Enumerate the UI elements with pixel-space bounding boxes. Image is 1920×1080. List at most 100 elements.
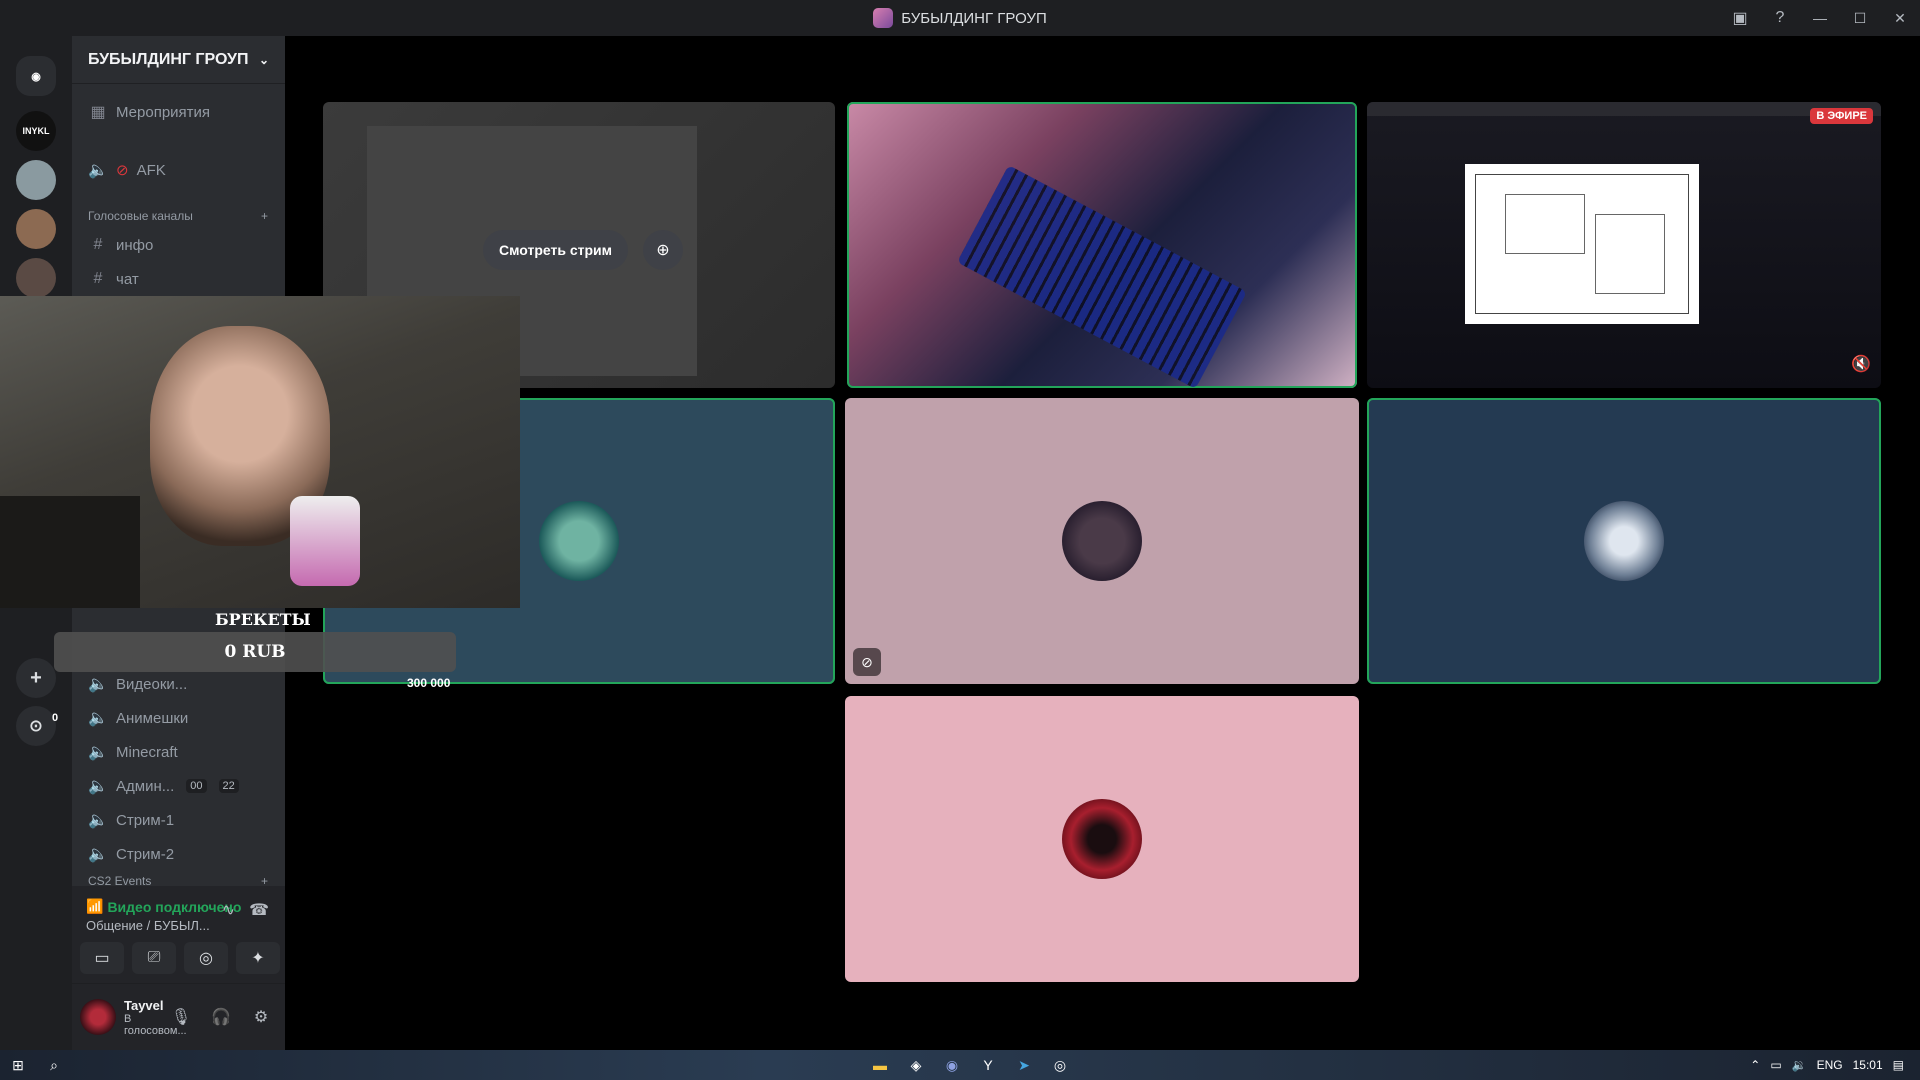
soundboard-icon[interactable]: ✦ bbox=[236, 942, 280, 974]
events-item[interactable]: ▦ Мероприятия bbox=[80, 96, 277, 128]
category-voice[interactable]: Голосовые каналы + bbox=[88, 209, 268, 223]
maximize-button[interactable]: ☐ bbox=[1840, 0, 1880, 36]
explore-count: 0 bbox=[52, 712, 59, 724]
voice-stage: Смотреть стрим ⊕ В ЭФИРЕ 🔇 ⊘ bbox=[285, 36, 1920, 1050]
watch-stream-button[interactable]: Смотреть стрим bbox=[483, 230, 629, 270]
channel-stream-2-label: Стрим-2 bbox=[116, 845, 175, 863]
live-badge: В ЭФИРЕ bbox=[1810, 108, 1873, 124]
camera-off-icon: ⊘ bbox=[853, 648, 881, 676]
minimize-button[interactable]: — bbox=[1800, 0, 1840, 36]
server-header[interactable]: БУБЫЛДИНГ ГРОУП ⌄ bbox=[72, 36, 285, 84]
title-bar: БУБЫЛДИНГ ГРОУП ▣ ? — ☐ ✕ bbox=[0, 0, 1920, 36]
user-status: В голосовом... bbox=[124, 1012, 187, 1037]
avatar[interactable] bbox=[80, 999, 116, 1035]
channel-chat-label: чат bbox=[116, 270, 139, 288]
video-tile-keyboard[interactable] bbox=[847, 102, 1357, 388]
hash-icon: # bbox=[93, 236, 103, 253]
gear-icon[interactable]: ⚙ bbox=[245, 1007, 277, 1027]
microphone-icon[interactable]: 🎙 bbox=[165, 1007, 197, 1027]
yandex-browser-icon[interactable]: Y bbox=[970, 1050, 1006, 1080]
avatar bbox=[1062, 799, 1142, 879]
server-icon-2[interactable] bbox=[16, 160, 56, 200]
speaker-icon: 🔈 bbox=[88, 710, 108, 727]
channel-stream-1-label: Стрим-1 bbox=[116, 811, 175, 829]
add-stream-icon[interactable]: ⊕ bbox=[643, 230, 683, 270]
window-title-text: БУБЫЛДИНГ ГРОУП bbox=[901, 9, 1047, 27]
username: Tayvel bbox=[124, 997, 164, 1013]
channel-videoki-label: Видеоки... bbox=[116, 675, 188, 693]
volume-icon[interactable]: 🔉 bbox=[1792, 1058, 1807, 1072]
voice-status[interactable]: 📶 Видео подключено bbox=[86, 898, 241, 915]
activity-icon[interactable]: ◎ bbox=[184, 942, 228, 974]
channel-chat[interactable]: # чат bbox=[80, 263, 277, 295]
channel-afk-label: AFK bbox=[136, 161, 166, 179]
voice-connection-panel: 📶 Видео подключено Общение / БУБЫЛ... ∿ … bbox=[72, 886, 285, 984]
donation-progress-bar: 0 RUB bbox=[54, 632, 456, 672]
window-title: БУБЫЛДИНГ ГРОУП bbox=[873, 8, 1047, 28]
server-icon-inykl[interactable]: INYKL bbox=[16, 111, 56, 151]
inbox-icon[interactable]: ▣ bbox=[1720, 0, 1760, 36]
channel-stream-1[interactable]: 🔈 Стрим-1 bbox=[80, 804, 277, 836]
close-button[interactable]: ✕ bbox=[1880, 0, 1920, 36]
microphone-image bbox=[290, 496, 360, 586]
donation-goal: 300 000 bbox=[407, 676, 451, 690]
user-tile-2[interactable]: ⊘ bbox=[845, 398, 1359, 684]
user-tile-3[interactable] bbox=[1367, 398, 1881, 684]
speaker-icon: 🔈 bbox=[88, 744, 108, 761]
headphones-icon[interactable]: 🎧 bbox=[205, 1007, 237, 1027]
telegram-icon[interactable]: ➤ bbox=[1006, 1050, 1042, 1080]
speaker-locked-icon: 🔈 bbox=[88, 812, 108, 829]
channel-animeshki-label: Анимешки bbox=[116, 709, 189, 727]
user-panel: Tayvel В голосовом... 🎙 🎧 ⚙ bbox=[72, 984, 285, 1050]
calendar-icon: ▦ bbox=[90, 104, 106, 121]
camera-off-icon[interactable]: ▭ bbox=[80, 942, 124, 974]
avatar bbox=[1062, 501, 1142, 581]
network-icon[interactable]: ▭ bbox=[1770, 1058, 1781, 1072]
server-icon-3[interactable] bbox=[16, 209, 56, 249]
chair-image bbox=[0, 496, 140, 608]
keyboard-image bbox=[956, 165, 1248, 388]
voice-location[interactable]: Общение / БУБЫЛ... bbox=[86, 918, 210, 933]
screen-share-icon[interactable]: ⎚ bbox=[132, 942, 176, 974]
file-explorer-icon[interactable]: ▬ bbox=[862, 1050, 898, 1080]
server-icon-4[interactable] bbox=[16, 258, 56, 298]
channel-animeshki[interactable]: 🔈 Анимешки bbox=[80, 702, 277, 734]
windows-start-icon[interactable]: ⊞ bbox=[0, 1050, 36, 1080]
channel-videoki[interactable]: 🔈 Видеоки... bbox=[80, 668, 277, 700]
signal-icon: 📶 bbox=[86, 898, 104, 914]
notifications-icon[interactable]: ▤ bbox=[1893, 1058, 1904, 1072]
clock[interactable]: 15:01 bbox=[1853, 1058, 1883, 1072]
channel-afk[interactable]: 🔈 ⊘ AFK bbox=[80, 154, 277, 186]
speaker-icon: 🔈 bbox=[88, 162, 108, 179]
noise-suppression-icon[interactable]: ∿ bbox=[222, 900, 235, 920]
taskbar: ⊞ ⌕ ▬ ◈ ◉ Y ➤ ◎ ⌃ ▭ 🔉 ENG 15:01 ▤ bbox=[0, 1050, 1920, 1080]
muted-speaker-icon[interactable]: 🔇 bbox=[1851, 354, 1871, 374]
channel-admin[interactable]: 🔈 Админ... 00 22 bbox=[80, 770, 277, 802]
steam-icon[interactable]: ◈ bbox=[898, 1050, 934, 1080]
floor-plan-image bbox=[1465, 164, 1699, 324]
category-voice-label: Голосовые каналы bbox=[88, 209, 193, 223]
add-server-icon[interactable]: + bbox=[16, 658, 56, 698]
add-channel-icon[interactable]: + bbox=[261, 209, 268, 223]
channel-minecraft[interactable]: 🔈 Minecraft bbox=[80, 736, 277, 768]
user-tile-4[interactable] bbox=[845, 696, 1359, 982]
channel-stream-2[interactable]: 🔈 Стрим-2 bbox=[80, 838, 277, 870]
explore-icon[interactable]: ⊙ bbox=[16, 706, 56, 746]
browser-bar bbox=[1367, 102, 1881, 116]
donation-title: БРЕКЕТЫ bbox=[215, 610, 311, 629]
discord-icon[interactable]: ◉ bbox=[934, 1050, 970, 1080]
obs-icon[interactable]: ◎ bbox=[1042, 1050, 1078, 1080]
stream-tile-live[interactable]: В ЭФИРЕ 🔇 bbox=[1367, 102, 1881, 388]
user-limit-badge: 22 bbox=[218, 779, 239, 793]
disconnect-icon[interactable]: ☎ bbox=[249, 900, 269, 920]
chevron-down-icon: ⌄ bbox=[258, 52, 269, 67]
search-icon[interactable]: ⌕ bbox=[36, 1050, 72, 1080]
chevron-up-icon[interactable]: ⌃ bbox=[1750, 1058, 1760, 1072]
help-icon[interactable]: ? bbox=[1760, 0, 1800, 36]
language-indicator[interactable]: ENG bbox=[1817, 1058, 1843, 1072]
server-name: БУБЫЛДИНГ ГРОУП bbox=[88, 50, 249, 68]
speaker-locked-icon: 🔈 bbox=[88, 778, 108, 795]
channel-info[interactable]: # инфо bbox=[80, 229, 277, 261]
no-entry-icon: ⊘ bbox=[116, 162, 129, 179]
discord-home-icon[interactable]: ◉ bbox=[16, 56, 56, 96]
